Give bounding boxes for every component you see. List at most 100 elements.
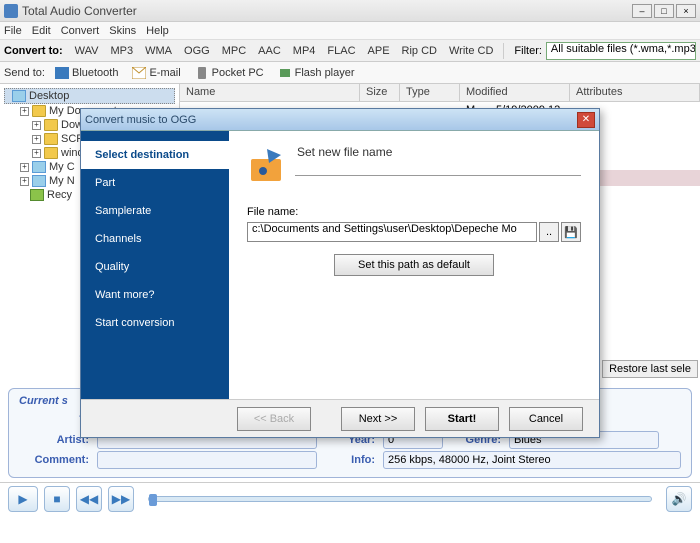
window-titlebar: Total Audio Converter – □ × [0, 0, 700, 22]
wizard-steps: Select destination Part Samplerate Chann… [81, 131, 229, 399]
folder-icon [44, 147, 58, 159]
email-icon [132, 67, 146, 79]
convert-to-label: Convert to: [4, 45, 63, 57]
format-wma[interactable]: WMA [141, 43, 176, 59]
restore-selection-button[interactable]: Restore last sele [602, 360, 698, 378]
seek-slider[interactable] [148, 496, 652, 502]
menu-skins[interactable]: Skins [109, 25, 136, 37]
back-button[interactable]: << Back [237, 407, 311, 431]
format-mpc[interactable]: MPC [218, 43, 250, 59]
list-header: Name Size Type Modified Attributes [180, 84, 700, 102]
dialog-close-button[interactable]: ✕ [577, 112, 595, 128]
folder-icon [44, 119, 58, 131]
tree-desktop[interactable]: Desktop [4, 88, 175, 104]
expand-icon[interactable]: + [32, 135, 41, 144]
comment-label: Comment: [19, 454, 89, 466]
step-channels[interactable]: Channels [81, 225, 229, 253]
col-type[interactable]: Type [400, 84, 460, 101]
dialog-buttons: << Back Next >> Start! Cancel [81, 399, 599, 437]
format-mp4[interactable]: MP4 [289, 43, 320, 59]
recycle-icon [30, 189, 44, 201]
comment-field[interactable] [97, 451, 317, 469]
format-ape[interactable]: APE [364, 43, 394, 59]
bluetooth-icon [55, 67, 69, 79]
app-icon [4, 4, 18, 18]
step-wantmore[interactable]: Want more? [81, 281, 229, 309]
format-aac[interactable]: AAC [254, 43, 285, 59]
col-size[interactable]: Size [360, 84, 400, 101]
flash-icon [278, 67, 292, 79]
start-button[interactable]: Start! [425, 407, 499, 431]
sendto-pocketpc[interactable]: Pocket PC [191, 65, 268, 81]
pocketpc-icon [195, 67, 209, 79]
next-button[interactable]: ▶▶ [108, 486, 134, 512]
separator [503, 43, 504, 59]
expand-icon[interactable]: + [20, 107, 29, 116]
step-quality[interactable]: Quality [81, 253, 229, 281]
dialog-title: Convert music to OGG [85, 114, 577, 126]
menu-help[interactable]: Help [146, 25, 169, 37]
network-icon [32, 175, 46, 187]
dialog-titlebar[interactable]: Convert music to OGG ✕ [81, 109, 599, 131]
step-startconversion[interactable]: Start conversion [81, 309, 229, 337]
stop-button[interactable]: ■ [44, 486, 70, 512]
dialog-main: Set new file name File name: c:\Document… [229, 131, 599, 399]
menu-file[interactable]: File [4, 25, 22, 37]
menu-edit[interactable]: Edit [32, 25, 51, 37]
convert-toolbar: Convert to: WAV MP3 WMA OGG MPC AAC MP4 … [0, 40, 700, 62]
window-title: Total Audio Converter [22, 4, 632, 18]
filter-label: Filter: [514, 45, 542, 57]
volume-button[interactable]: 🔊 [666, 486, 692, 512]
player-controls: ▶ ■ ◀◀ ▶▶ 🔊 [0, 482, 700, 514]
sendto-bluetooth[interactable]: Bluetooth [51, 65, 122, 81]
title-label: Ti [19, 414, 89, 426]
expand-icon[interactable]: + [20, 163, 29, 172]
format-mp3[interactable]: MP3 [107, 43, 138, 59]
menubar: File Edit Convert Skins Help [0, 22, 700, 40]
desktop-icon [12, 90, 26, 102]
dialog-heading: Set new file name [247, 145, 581, 159]
filename-input[interactable]: c:\Documents and Settings\user\Desktop\D… [247, 222, 537, 242]
maximize-button[interactable]: □ [654, 4, 674, 18]
format-writecd[interactable]: Write CD [445, 43, 497, 59]
cancel-button[interactable]: Cancel [509, 407, 583, 431]
col-attributes[interactable]: Attributes [570, 84, 700, 101]
folder-icon [44, 133, 58, 145]
expand-icon[interactable]: + [32, 121, 41, 130]
set-default-path-button[interactable]: Set this path as default [334, 254, 494, 276]
expand-icon[interactable]: + [32, 149, 41, 158]
col-modified[interactable]: Modified [460, 84, 570, 101]
underline [295, 175, 581, 176]
music-folder-icon [247, 145, 287, 185]
convert-dialog: Convert music to OGG ✕ Select destinatio… [80, 108, 600, 438]
info-field: 256 kbps, 48000 Hz, Joint Stereo [383, 451, 681, 469]
step-select-destination[interactable]: Select destination [81, 141, 229, 169]
prev-button[interactable]: ◀◀ [76, 486, 102, 512]
close-button[interactable]: × [676, 4, 696, 18]
sendto-email[interactable]: E-mail [128, 65, 184, 81]
expand-icon[interactable]: + [20, 177, 29, 186]
format-ogg[interactable]: OGG [180, 43, 214, 59]
filter-value: All suitable files (*.wma,*.mp3,*.wav,*.… [551, 43, 696, 55]
filter-dropdown[interactable]: All suitable files (*.wma,*.mp3,*.wav,*.… [546, 42, 696, 60]
col-name[interactable]: Name [180, 84, 360, 101]
menu-convert[interactable]: Convert [61, 25, 100, 37]
folder-icon [32, 105, 46, 117]
sendto-toolbar: Send to: Bluetooth E-mail Pocket PC Flas… [0, 62, 700, 84]
sendto-flashplayer[interactable]: Flash player [274, 65, 359, 81]
seek-knob[interactable] [149, 494, 157, 506]
play-button[interactable]: ▶ [8, 486, 38, 512]
next-button[interactable]: Next >> [341, 407, 415, 431]
step-samplerate[interactable]: Samplerate [81, 197, 229, 225]
minimize-button[interactable]: – [632, 4, 652, 18]
format-flac[interactable]: FLAC [323, 43, 359, 59]
browse-button[interactable]: .. [539, 222, 559, 242]
artist-label: Artist: [19, 434, 89, 446]
computer-icon [32, 161, 46, 173]
sendto-label: Send to: [4, 67, 45, 79]
format-wav[interactable]: WAV [71, 43, 103, 59]
step-part[interactable]: Part [81, 169, 229, 197]
save-icon-button[interactable]: 💾 [561, 222, 581, 242]
format-ripcd[interactable]: Rip CD [398, 43, 441, 59]
filename-label: File name: [247, 206, 581, 218]
